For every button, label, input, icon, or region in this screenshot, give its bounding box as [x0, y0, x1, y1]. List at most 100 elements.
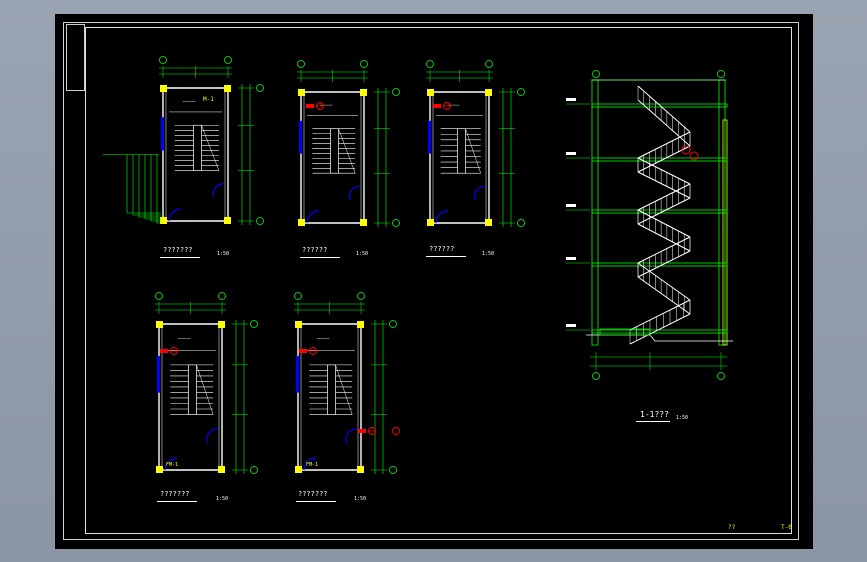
- column: [357, 466, 364, 473]
- fire-hydrant-icon: [392, 427, 400, 435]
- grid-axis-bubble-icon: [426, 60, 434, 68]
- section-wall-left: [591, 79, 599, 346]
- stair-arrow-icon: [335, 364, 353, 415]
- plan-scale-5: 1:50: [354, 496, 367, 502]
- stair-flight: [637, 157, 691, 185]
- floor-slab: [591, 329, 728, 334]
- section-scale: 1:50: [676, 415, 689, 421]
- stair-flight: [637, 171, 691, 199]
- grid-axis-bubble-icon: [389, 320, 397, 328]
- door-swing: [345, 428, 358, 444]
- stair-well: [193, 124, 202, 171]
- column: [357, 321, 364, 328]
- plan-title-1: ???????: [163, 246, 193, 254]
- column: [295, 321, 302, 328]
- stair-well: [330, 128, 339, 174]
- column: [360, 89, 367, 96]
- grid-axis-bubble-icon: [485, 60, 493, 68]
- stair-flight: [637, 262, 691, 301]
- plan-title-1-underline: [160, 257, 200, 258]
- plan-scale-4: 1:50: [216, 496, 229, 502]
- floor-slab: [591, 157, 728, 162]
- stair-plan: [155, 292, 258, 474]
- plan-title-3: ??????: [429, 245, 455, 253]
- ground-line: [586, 334, 733, 342]
- stair-flight: [637, 183, 691, 211]
- door-tag-1: M-1: [203, 96, 214, 103]
- column: [156, 321, 163, 328]
- plan-scale-1: 1:50: [217, 251, 230, 257]
- grid-axis-bubble-icon: [159, 56, 167, 64]
- column: [295, 466, 302, 473]
- stair-plan: [103, 56, 264, 225]
- stair-arrow-icon: [338, 128, 356, 174]
- stair-well: [188, 364, 197, 415]
- door-swing: [212, 183, 225, 198]
- terrace-step: [126, 154, 161, 214]
- column: [224, 217, 231, 224]
- stair-plan: [297, 60, 400, 227]
- sheet-corner-right: T-0: [781, 524, 792, 531]
- column: [224, 85, 231, 92]
- window: [296, 356, 299, 393]
- grid-axis-bubble-icon: [224, 56, 232, 64]
- grid-axis-bubble-icon: [250, 466, 258, 474]
- hydrant-box: [358, 429, 366, 433]
- plan-title-2-underline: [300, 257, 340, 258]
- grid-axis-bubble-icon: [517, 88, 525, 96]
- column: [298, 89, 305, 96]
- column: [160, 217, 167, 224]
- door-swing: [306, 210, 320, 224]
- plan-scale-2: 1:50: [356, 251, 369, 257]
- stair-flight: [637, 209, 691, 238]
- level-label: [566, 257, 576, 260]
- plan-title-3-underline: [426, 256, 466, 257]
- section-title-underline: [636, 421, 670, 422]
- window: [161, 117, 164, 151]
- column: [160, 85, 167, 92]
- floor-slab: [591, 262, 728, 267]
- plan-title-4-underline: [157, 501, 197, 502]
- grid-axis-bubble-icon: [256, 84, 264, 92]
- stair-plan: [426, 60, 525, 227]
- door-swing: [168, 208, 182, 222]
- floor-slab: [591, 209, 728, 214]
- stair-well: [457, 128, 466, 174]
- stair-flight: [637, 276, 691, 315]
- door-tag-3: FM-1: [306, 462, 319, 468]
- stair-arrow-icon: [201, 125, 220, 171]
- plan-title-5-underline: [296, 501, 336, 502]
- grid-axis-bubble-icon: [250, 320, 258, 328]
- grid-axis-bubble-icon: [389, 466, 397, 474]
- window: [299, 120, 302, 154]
- stair-flight: [637, 197, 691, 225]
- window: [157, 356, 160, 393]
- column: [360, 219, 367, 226]
- column: [218, 466, 225, 473]
- grid-axis-bubble-icon: [297, 60, 305, 68]
- plan-scale-3: 1:50: [482, 251, 495, 257]
- stair-flight: [637, 223, 691, 252]
- stair-flight: [637, 236, 691, 264]
- hydrant-box: [299, 349, 307, 353]
- grid-axis-bubble-icon: [717, 70, 725, 78]
- hydrant-box: [433, 104, 441, 108]
- grid-axis-bubble-icon: [392, 88, 400, 96]
- fire-hydrant-icon: [689, 151, 699, 161]
- stair-flight: [637, 131, 691, 159]
- grid-axis-bubble-icon: [717, 372, 725, 380]
- level-label: [566, 324, 576, 327]
- stair-arrow-icon: [196, 364, 214, 415]
- grid-axis-bubble-icon: [294, 292, 302, 300]
- door-swing: [435, 210, 449, 224]
- terrace-step: [144, 154, 161, 220]
- door-tag-2: FM-1: [166, 462, 179, 468]
- level-label: [566, 152, 576, 155]
- stair-plan: [294, 292, 397, 474]
- section-title: 1-1???: [640, 410, 669, 419]
- plan-title-2: ??????: [302, 246, 328, 254]
- door-swing: [348, 185, 361, 200]
- grid-axis-bubble-icon: [592, 70, 600, 78]
- plan-title-4: ???????: [160, 490, 190, 498]
- grid-axis-bubble-icon: [218, 292, 226, 300]
